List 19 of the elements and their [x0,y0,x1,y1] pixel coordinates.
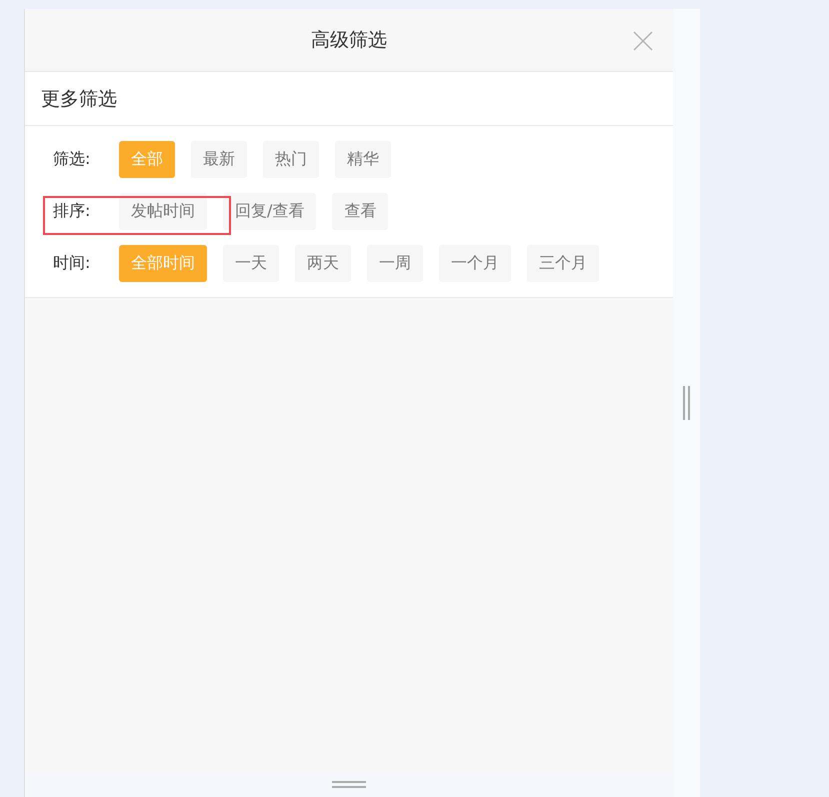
filter-label: 排序: [53,201,92,222]
filter-option[interactable]: 最新 [191,141,247,178]
section-title: 更多筛选 [41,86,117,112]
dialog-title: 高级筛选 [311,28,387,53]
filter-option[interactable]: 热门 [263,141,319,178]
filter-option[interactable]: 查看 [332,193,388,230]
filter-option[interactable]: 一天 [223,245,279,282]
drag-handle-icon[interactable] [332,780,366,788]
filter-option[interactable]: 精华 [335,141,391,178]
filter-option[interactable]: 回复/查看 [223,193,316,230]
filter-option[interactable]: 一周 [367,245,423,282]
filter-option[interactable]: 一个月 [439,245,511,282]
filter-label: 时间: [53,253,92,274]
resize-handle-icon[interactable] [682,386,690,420]
filter-label: 筛选: [53,149,92,170]
filter-option[interactable]: 两天 [295,245,351,282]
close-icon[interactable] [633,31,653,51]
filter-option[interactable]: 发帖时间 [119,193,207,230]
filter-option[interactable]: 三个月 [527,245,599,282]
